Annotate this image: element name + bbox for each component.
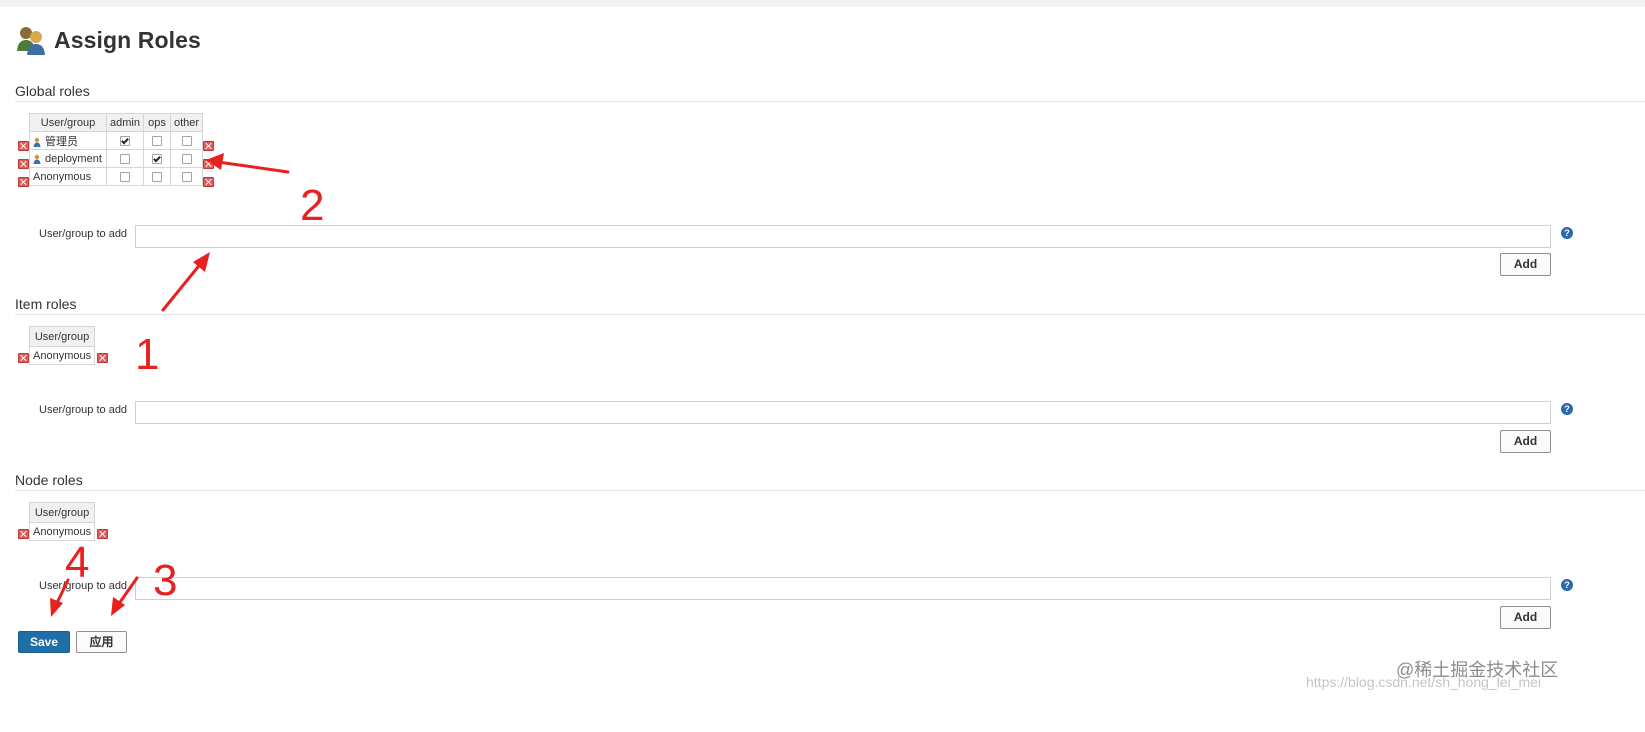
annotation-label-1: 1 [135,330,160,379]
annotation-label-3: 3 [153,556,178,605]
watermark-url: https://blog.csdn.net/sh_hong_lei_mei [1306,674,1542,690]
annotation-label-4: 4 [65,538,90,587]
arrow-to-delete-icon [216,160,290,174]
annotation-label-2: 2 [300,181,325,230]
arrow-to-apply [116,576,139,607]
arrow-to-input [161,260,204,312]
annotation-arrows [50,153,290,617]
